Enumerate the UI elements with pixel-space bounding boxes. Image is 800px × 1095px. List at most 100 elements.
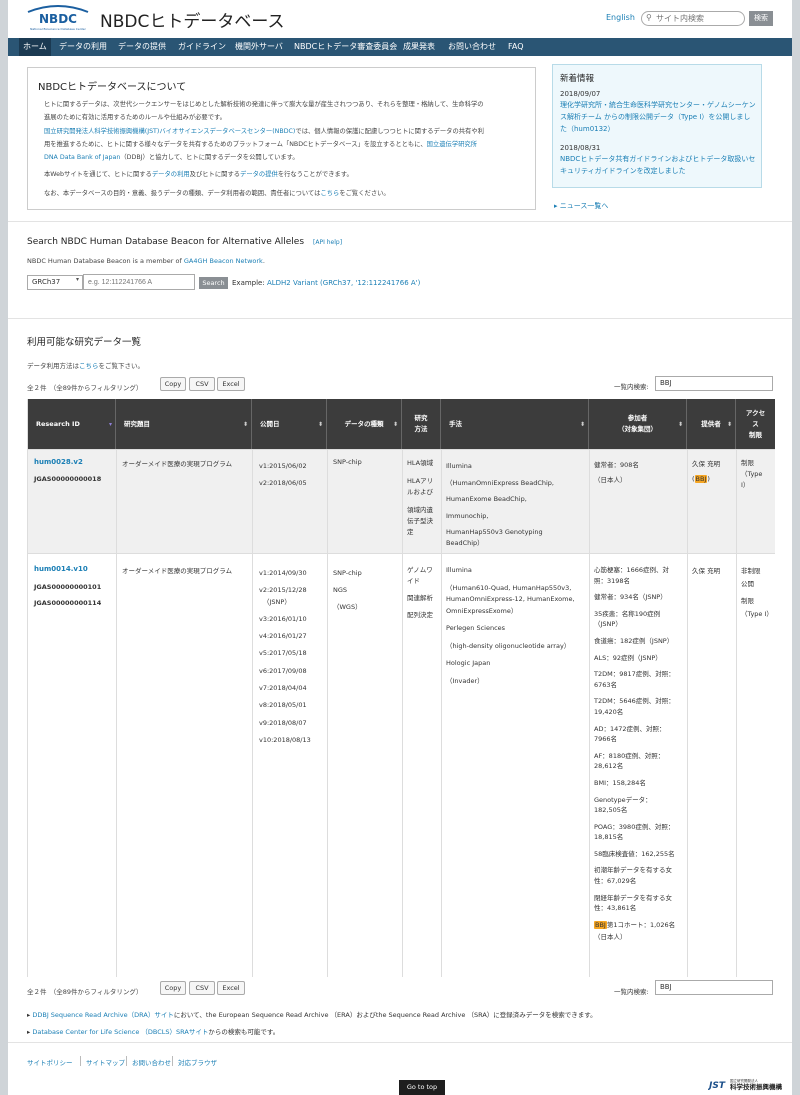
result-count: 全２件 （全89件からフィルタリング） [27, 988, 143, 996]
search-icon: ⚲ [646, 13, 652, 22]
ga4gh-link[interactable]: GA4GH Beacon Network [184, 257, 263, 265]
technique: Illumina （Human610-Quad, HumanHap550v3, Hu… [446, 566, 575, 685]
research-title: オーダーメイド医療の実現プログラム [122, 460, 233, 468]
footer-sitemap[interactable]: サイトマップ [86, 1057, 125, 1067]
result-count: 全２件 （全89件からフィルタリング） [27, 384, 143, 392]
filter-label: 一覧内検索: [614, 383, 649, 391]
col-method[interactable]: 研究 方法 [402, 399, 441, 449]
col-title[interactable]: 研究題目 ⬍ [116, 399, 252, 449]
participants: 健常者：908名 （日本人） [594, 461, 639, 484]
release-dates: v1:2015/06/02 v2:2018/06/05 [259, 462, 307, 487]
excel-button[interactable]: Excel [217, 377, 245, 391]
nav-contact[interactable]: お問い合わせ [448, 38, 496, 56]
go-to-top-button[interactable]: Go to top [399, 1080, 445, 1095]
site-search-button[interactable]: 検索 [749, 11, 773, 26]
jgas-id: JGAS00000000101 [34, 583, 102, 591]
news-list-link[interactable]: ▸ ニュース一覧へ [554, 201, 608, 211]
site-title[interactable]: NBDCヒトデータベース [100, 7, 285, 32]
data-provide-link[interactable]: データの提供 [240, 171, 278, 178]
list-title: 利用可能な研究データ一覧 [27, 337, 142, 348]
dbcls-link[interactable]: Database Center for Life Science （DBCLS）… [32, 1028, 208, 1036]
copy-button[interactable]: Copy [160, 377, 186, 391]
research-id-link[interactable]: hum0014.v10 [34, 565, 88, 573]
about-paragraph-3: 本Webサイトを通じて、ヒトに関するデータの利用及びヒトに関するデータの提供を行… [44, 171, 353, 178]
svg-text:NBDC: NBDC [39, 12, 77, 26]
col-participants[interactable]: 参加者 （対象集団） ⬍ [589, 399, 687, 449]
col-research-id[interactable]: Research ID ▾ [28, 399, 116, 449]
about-paragraph-4: なお、本データベースの目的・意義、扱うデータの種類、データ利用者の範囲、責任者に… [44, 190, 390, 197]
excel-button[interactable]: Excel [217, 981, 245, 995]
col-technique[interactable]: 手法 ⬍ [441, 399, 589, 449]
footer-site-policy[interactable]: サイトポリシー [27, 1057, 73, 1067]
about-box: NBDCヒトデータベースについて ヒトに関するデータは、次世代シークエンサーをは… [27, 67, 536, 210]
research-title: オーダーメイド医療の実現プログラム [122, 567, 233, 575]
col-date[interactable]: 公開日 ⬍ [252, 399, 327, 449]
beacon-search-button[interactable]: Search [199, 277, 228, 289]
about-here-link[interactable]: こちら [320, 190, 339, 197]
research-method: ゲノムワ イド 関連解析 配列決定 [407, 566, 433, 619]
footer-browsers[interactable]: 対応ブラウザ [178, 1057, 217, 1067]
footer-dra-note: ▸ DDBJ Sequence Read Archive（DRA）サイトにおいて… [27, 1011, 597, 1019]
jst-name: 科学技術振興機構 [730, 1082, 783, 1091]
table-header: Research ID ▾ 研究題目 ⬍ 公開日 ⬍ データの種類 ⬍ 研究 方法 手法… [28, 399, 775, 449]
dra-link[interactable]: DDBJ Sequence Read Archive（DRA）サイト [32, 1011, 174, 1019]
copy-button[interactable]: Copy [160, 981, 186, 995]
nav-data-provide[interactable]: データの提供 [118, 38, 166, 56]
news-title: 新着情報 [560, 74, 595, 84]
csv-button[interactable]: CSV [189, 981, 215, 995]
sort-desc-icon: ▾ [108, 421, 112, 428]
news-date: 2018/09/07 [560, 90, 601, 98]
csv-button[interactable]: CSV [189, 377, 215, 391]
release-dates: v1:2014/09/30 v2:2015/12/28 （JSNP） v3:2016/… [259, 569, 311, 744]
example-link[interactable]: ALDH2 Variant (GRCh37, '12:112241766 A') [267, 279, 420, 287]
news-box: 新着情報 2018/09/07 理化学研究所・統合生命医科学研究センター・ゲノム… [552, 64, 762, 188]
usage-link[interactable]: こちら [79, 362, 99, 370]
data-use-link[interactable]: データの利用 [152, 171, 190, 178]
nav-review-committee[interactable]: NBDCヒトデータ審査委員会 [294, 38, 397, 56]
sort-icon: ⬍ [579, 421, 585, 428]
bbj-highlight: BBJ [594, 920, 607, 929]
english-link[interactable]: English [606, 13, 635, 22]
nav-data-use[interactable]: データの利用 [59, 38, 107, 56]
research-id-link[interactable]: hum0028.v2 [34, 458, 83, 466]
nav-external-server[interactable]: 機関外サーバ [235, 38, 283, 56]
research-table: Research ID ▾ 研究題目 ⬍ 公開日 ⬍ データの種類 ⬍ 研究 方法 手法… [27, 399, 775, 977]
sort-icon: ⬍ [677, 421, 683, 428]
sort-icon: ⬍ [726, 421, 732, 428]
nbdc-logo[interactable]: NBDC National Bioscience Database Center [24, 4, 92, 32]
technique: Illumina （HumanOmniExpress BeadChip, Human… [446, 462, 554, 547]
api-help-link[interactable]: [API help] [313, 239, 342, 246]
nav-home[interactable]: ホーム [19, 38, 51, 56]
main-nav: ホーム データの利用 データの提供 ガイドライン 機関外サーバ NBDCヒトデー… [8, 38, 792, 56]
col-access[interactable]: アクセ ス 制限 [736, 399, 775, 449]
data-type: SNP-chip NGS （WGS） [333, 569, 362, 611]
nbdc-link[interactable]: 国立研究開発法人科学技術振興機構(JST)バイオサイエンスデータベースセンター(… [44, 128, 295, 135]
header: NBDC National Bioscience Database Center… [8, 0, 792, 38]
col-provider[interactable]: 提供者 ⬍ [687, 399, 736, 449]
news-link[interactable]: NBDCヒトデータ共有ガイドラインおよびヒトデータ取扱いセキュリティガイドライン… [560, 153, 756, 177]
provider-tag: (BBJ) [692, 475, 710, 483]
chevron-down-icon: ▾ [76, 276, 80, 283]
footer-dbcls-note: ▸ Database Center for Life Science （DBCL… [27, 1028, 280, 1036]
filter-input[interactable]: BBJ [655, 376, 773, 391]
nav-publications[interactable]: 成果発表 [403, 38, 435, 56]
divider [8, 1042, 792, 1043]
access-restriction: 非制限 公開 制限 （Type I） [741, 567, 773, 618]
about-paragraph-2: 国立研究開発法人科学技術振興機構(JST)バイオサイエンスデータベースセンター(… [44, 128, 484, 161]
beacon-example: Example: ALDH2 Variant (GRCh37, '12:1122… [232, 279, 421, 287]
nav-faq[interactable]: FAQ [508, 38, 524, 56]
beacon-title: Search NBDC Human Database Beacon for Al… [27, 237, 305, 247]
footer-contact[interactable]: お問い合わせ [132, 1057, 171, 1067]
participants: 心筋梗塞：1666症例、対 照：3198名 健常者：934名（JSNP） 35疾患… [594, 566, 676, 942]
variant-input[interactable] [83, 274, 195, 290]
about-paragraph-1: ヒトに関するデータは、次世代シークエンサーをはじめとした解析技術の発達に伴って膨… [44, 101, 484, 121]
nav-guidelines[interactable]: ガイドライン [178, 38, 226, 56]
list-note: データ利用方法はこちらをご覧下さい。 [27, 362, 144, 370]
site-search-input[interactable] [641, 11, 745, 26]
filter-input[interactable]: BBJ [655, 980, 773, 995]
sort-icon: ⬍ [242, 421, 248, 428]
col-data-type[interactable]: データの種類 ⬍ [327, 399, 402, 449]
news-link[interactable]: 理化学研究所・統合生命医科学研究センター・ゲノムシーケンス解析チーム からの制限… [560, 99, 756, 135]
jgas-id: JGAS00000000018 [34, 475, 102, 483]
reference-select[interactable]: GRCh37 [27, 275, 83, 290]
